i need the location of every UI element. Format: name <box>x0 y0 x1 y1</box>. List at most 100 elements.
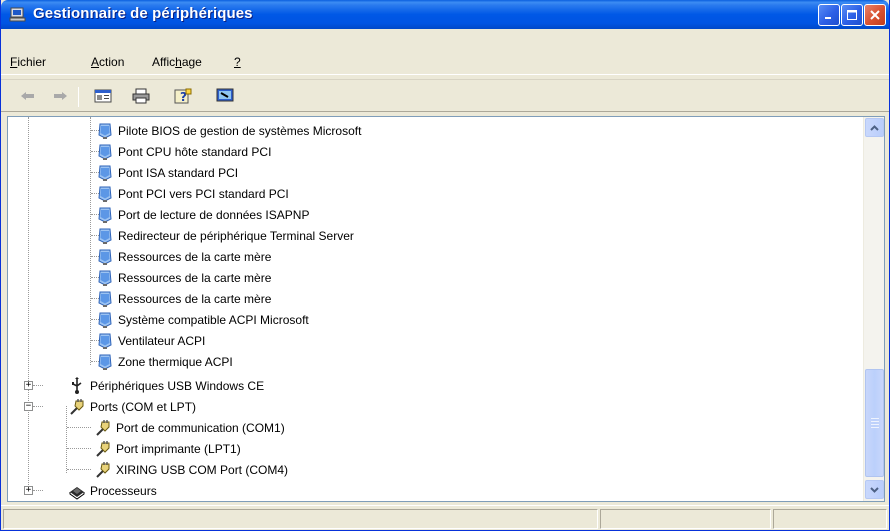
menu-bar: Fichier Action Affichage ? <box>1 51 889 75</box>
tree-category-ports[interactable]: Ports (COM et LPT) <box>68 396 196 417</box>
tree-line <box>90 117 91 365</box>
device-tree: Pilote BIOS de gestion de systèmes Micro… <box>8 117 863 501</box>
status-cell-main <box>3 509 598 529</box>
status-bar <box>1 505 889 530</box>
tree-line <box>33 406 43 407</box>
tree-line <box>33 385 43 386</box>
status-cell-3 <box>773 509 887 529</box>
chevron-up-icon <box>870 124 879 131</box>
properties-console-icon[interactable] <box>94 88 112 104</box>
scroll-up-button[interactable] <box>865 118 884 137</box>
system-device-icon <box>96 206 114 224</box>
tree-item-system-device[interactable]: Pont PCI vers PCI standard PCI <box>96 183 289 204</box>
window-title: Gestionnaire de périphériques <box>33 5 253 22</box>
system-device-icon <box>96 311 114 329</box>
device-manager-window: Gestionnaire de périphériques Fichier Ac… <box>0 0 890 531</box>
tree-category-usb-ce[interactable]: Périphériques USB Windows CE <box>68 375 264 396</box>
tree-label: Port imprimante (LPT1) <box>116 441 241 456</box>
tree-item-port[interactable]: XIRING USB COM Port (COM4) <box>94 459 288 480</box>
tree-label: Zone thermique ACPI <box>118 354 233 369</box>
tree-label: Ressources de la carte mère <box>118 249 272 264</box>
scroll-thumb[interactable] <box>865 369 884 477</box>
back-arrow-icon[interactable] <box>19 88 37 104</box>
toolbar: ? <box>1 79 889 112</box>
system-device-icon <box>96 227 114 245</box>
system-device-icon <box>96 164 114 182</box>
maximize-button[interactable] <box>841 4 863 26</box>
tree-label: Pont CPU hôte standard PCI <box>118 144 272 159</box>
minimize-button[interactable] <box>818 4 840 26</box>
print-icon[interactable] <box>132 88 150 104</box>
tree-label: Pilote BIOS de gestion de systèmes Micro… <box>118 123 362 138</box>
system-device-icon <box>96 290 114 308</box>
scroll-down-button[interactable] <box>865 480 884 499</box>
tree-label: Ressources de la carte mère <box>118 270 272 285</box>
tree-label: Redirecteur de périphérique Terminal Ser… <box>118 228 354 243</box>
tree-label: Port de communication (COM1) <box>116 420 285 435</box>
system-device-icon <box>96 248 114 266</box>
port-connector-icon <box>94 440 112 458</box>
tree-line <box>67 448 91 449</box>
tree-item-system-device[interactable]: Ressources de la carte mère <box>96 267 271 288</box>
tree-line <box>66 406 67 473</box>
tree-item-system-device[interactable]: Redirecteur de périphérique Terminal Ser… <box>96 225 354 246</box>
processor-icon <box>68 482 86 500</box>
port-connector-icon <box>94 419 112 437</box>
forward-arrow-icon[interactable] <box>51 88 69 104</box>
system-device-icon <box>96 332 114 350</box>
vertical-scrollbar[interactable] <box>863 117 884 501</box>
maximize-icon <box>847 10 857 20</box>
tree-label: Système compatible ACPI Microsoft <box>118 312 309 327</box>
tree-item-system-device[interactable]: Pilote BIOS de gestion de systèmes Micro… <box>96 120 361 141</box>
system-device-icon <box>96 122 114 140</box>
collapse-minus-icon[interactable]: − <box>24 402 33 411</box>
toolbar-separator <box>78 87 79 107</box>
tree-label: Pont ISA standard PCI <box>118 165 239 180</box>
tree-item-system-device[interactable]: Ventilateur ACPI <box>96 330 205 351</box>
expand-plus-icon[interactable]: + <box>24 381 33 390</box>
tree-item-system-device[interactable]: Ressources de la carte mère <box>96 288 271 309</box>
menu-action[interactable]: Action <box>91 55 124 69</box>
device-tree-panel: Pilote BIOS de gestion de systèmes Micro… <box>7 116 885 502</box>
tree-item-system-device[interactable]: Pont ISA standard PCI <box>96 162 238 183</box>
scan-hardware-icon[interactable] <box>216 88 234 104</box>
tree-item-port[interactable]: Port imprimante (LPT1) <box>94 438 241 459</box>
tree-category-processors[interactable]: Processeurs <box>68 480 157 501</box>
tree-line <box>28 117 29 487</box>
expand-plus-icon[interactable]: + <box>24 486 33 495</box>
system-device-icon <box>96 143 114 161</box>
tree-item-system-device[interactable]: Zone thermique ACPI <box>96 351 233 372</box>
tree-line <box>67 469 91 470</box>
system-device-icon <box>96 185 114 203</box>
usb-icon <box>68 376 86 395</box>
tree-label: Périphériques USB Windows CE <box>90 378 265 393</box>
tree-label: Ventilateur ACPI <box>118 333 206 348</box>
tree-label: Ports (COM et LPT) <box>90 399 197 414</box>
help-icon[interactable]: ? <box>174 88 192 104</box>
tree-item-system-device[interactable]: Système compatible ACPI Microsoft <box>96 309 309 330</box>
close-button[interactable] <box>864 4 886 26</box>
computer-icon <box>9 7 27 23</box>
minimize-icon <box>825 17 831 19</box>
menu-affichage[interactable]: Affichage <box>152 55 202 69</box>
tree-label: Processeurs <box>90 483 157 498</box>
tree-line <box>67 427 91 428</box>
tree-item-system-device[interactable]: Pont CPU hôte standard PCI <box>96 141 271 162</box>
tree-item-port[interactable]: Port de communication (COM1) <box>94 417 285 438</box>
tree-item-system-device[interactable]: Port de lecture de données ISAPNP <box>96 204 309 225</box>
status-cell-2 <box>600 509 771 529</box>
tree-label: Ressources de la carte mère <box>118 291 272 306</box>
chevron-down-icon <box>870 486 879 493</box>
tree-label: XIRING USB COM Port (COM4) <box>116 462 289 477</box>
system-device-icon <box>96 269 114 287</box>
close-icon <box>870 10 880 20</box>
tree-item-system-device[interactable]: Ressources de la carte mère <box>96 246 271 267</box>
tree-label: Port de lecture de données ISAPNP <box>118 207 310 222</box>
port-connector-icon <box>94 461 112 479</box>
title-bar[interactable]: Gestionnaire de périphériques <box>1 0 889 29</box>
menu-help[interactable]: ? <box>234 55 241 69</box>
menu-fichier[interactable]: Fichier <box>10 55 46 69</box>
port-connector-icon <box>68 398 86 416</box>
tree-line <box>33 490 43 491</box>
tree-label: Pont PCI vers PCI standard PCI <box>118 186 289 201</box>
